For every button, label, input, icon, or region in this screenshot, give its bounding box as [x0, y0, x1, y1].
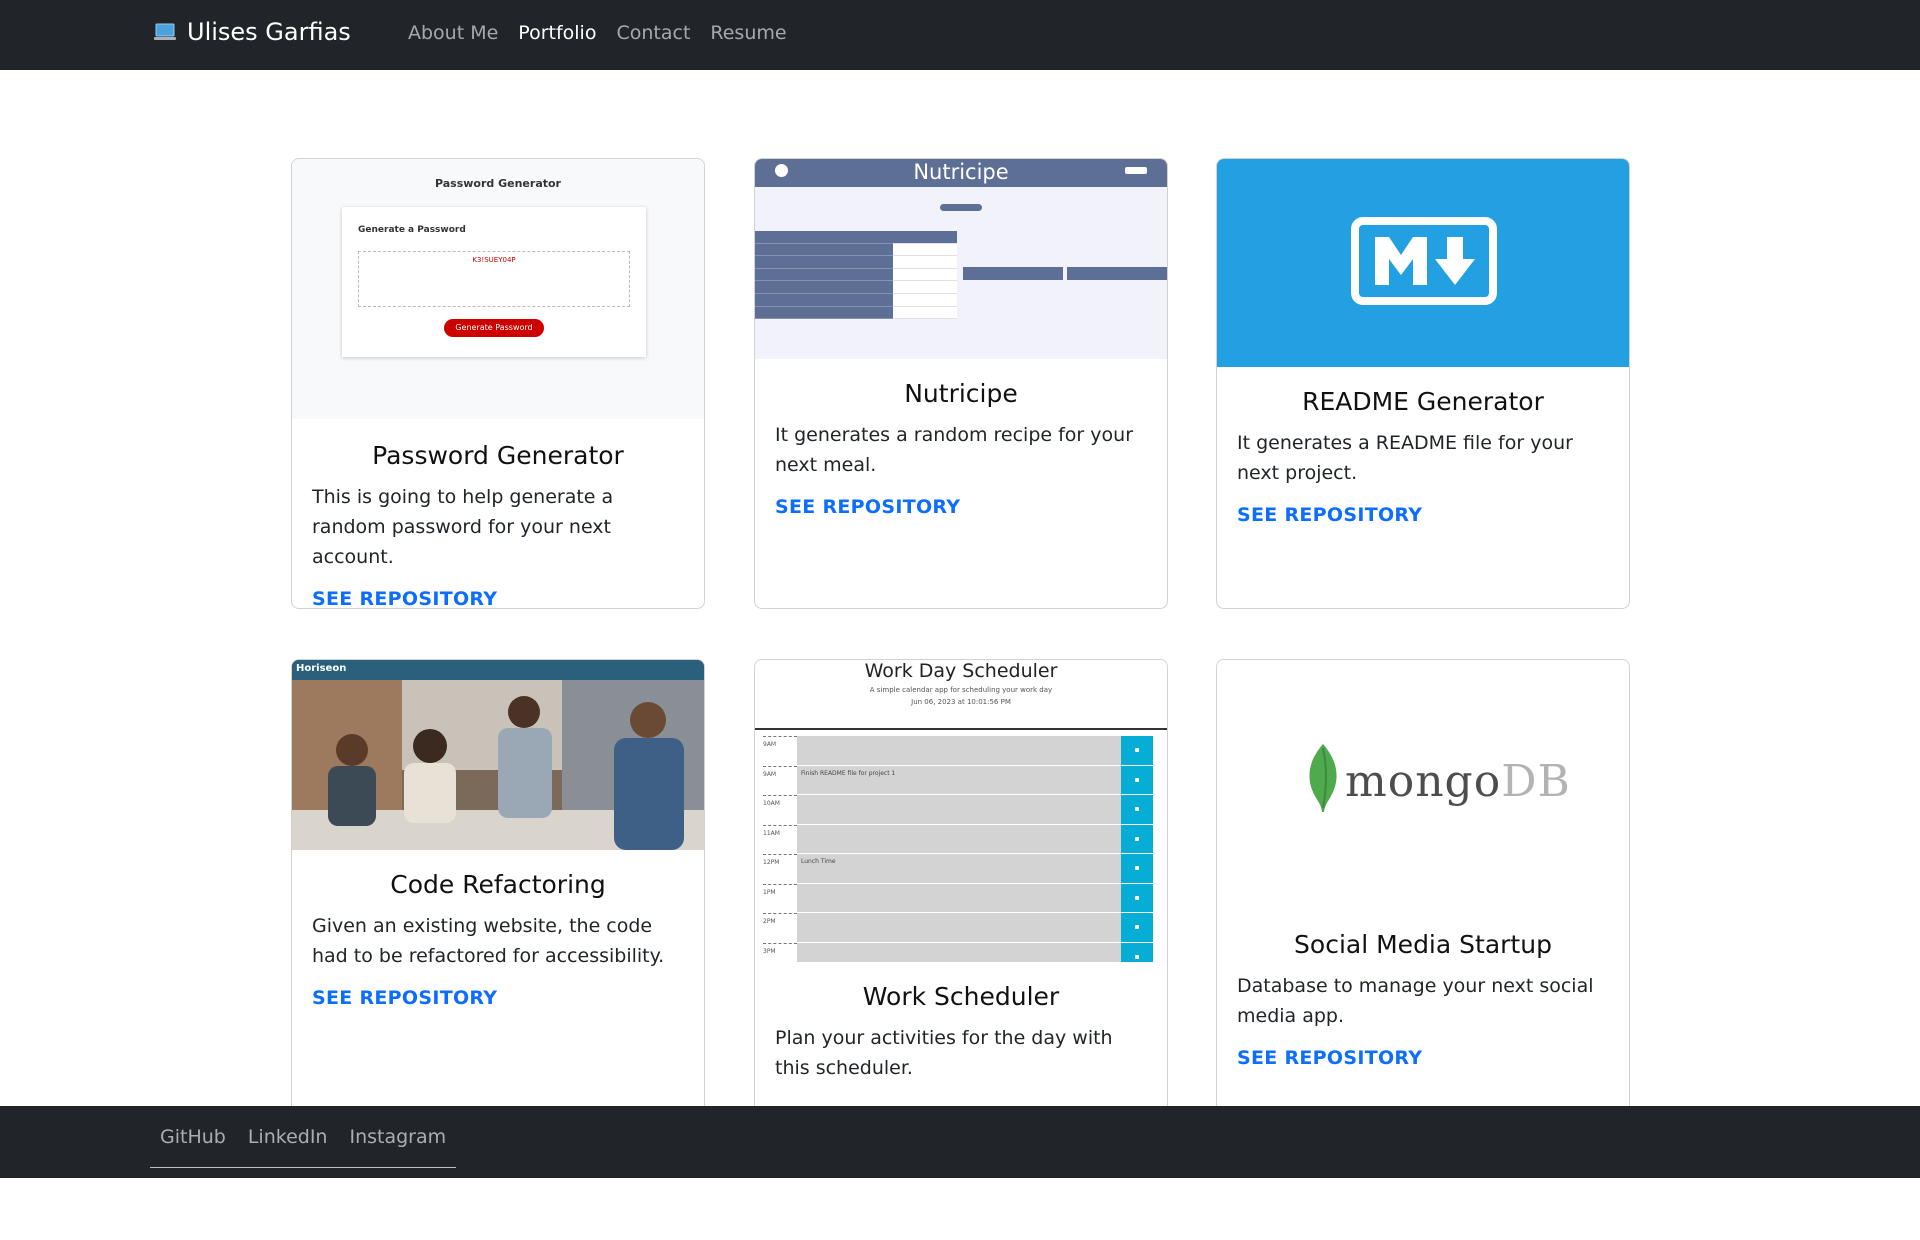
nav-resume[interactable]: Resume — [710, 22, 786, 44]
save-icon — [1121, 795, 1153, 825]
card-title: Nutricipe — [904, 379, 1018, 408]
footer-linkedin-link[interactable]: LinkedIn — [248, 1126, 328, 1148]
thumb-recipe-button — [940, 204, 982, 211]
card-body: Work Scheduler Plan your activities for … — [755, 982, 1167, 1083]
footer-instagram-link[interactable]: Instagram — [349, 1126, 446, 1148]
card-title: Social Media Startup — [1294, 930, 1552, 959]
card-title: README Generator — [1302, 387, 1544, 416]
project-card-password-generator: Password Generator Generate a Password K… — [291, 158, 705, 609]
brand-link[interactable]: Ulises Garfias — [153, 18, 351, 46]
see-repository-link[interactable]: SEE REPOSITORY — [1237, 1047, 1422, 1069]
password-generator-screenshot: Password Generator Generate a Password K… — [292, 159, 704, 419]
time-block: 11AM — [763, 824, 1153, 854]
card-body: Code Refactoring Given an existing websi… — [292, 870, 704, 1009]
thumb-ingredients-bar — [1067, 267, 1167, 280]
thumb-logo: Horiseon — [296, 663, 347, 674]
project-card-nutricipe: Nutricipe Nutricipe It generates a rando… — [754, 158, 1168, 609]
see-repository-link[interactable]: SEE REPOSITORY — [1237, 504, 1422, 526]
footer-github-link[interactable]: GitHub — [160, 1126, 226, 1148]
save-icon — [1121, 824, 1153, 854]
project-card-work-scheduler: Work Day Scheduler A simple calendar app… — [754, 659, 1168, 1119]
thumb-heading: Password Generator — [434, 177, 561, 190]
time-block: 12PM Lunch Time — [763, 854, 1153, 884]
nutricipe-screenshot: Nutricipe — [755, 159, 1167, 359]
footer: GitHub LinkedIn Instagram — [0, 1106, 1920, 1178]
card-description: Given an existing website, the code had … — [312, 915, 665, 967]
card-title: Code Refactoring — [390, 870, 606, 899]
card-description: Plan your activities for the day with th… — [775, 1027, 1113, 1079]
card-body: Nutricipe It generates a random recipe f… — [755, 379, 1167, 518]
thumb-instructions-bar — [963, 267, 1063, 280]
mongodb-logo-image: mongoDB — [1217, 660, 1629, 910]
thumb-box-label: Generate a Password — [358, 225, 466, 235]
thumb-header-button — [1125, 167, 1147, 174]
thumb-password-field: K3!SUEY04P — [358, 251, 630, 307]
thumb-generate-button: Generate Password — [444, 319, 544, 337]
time-block: 3PM — [763, 942, 1153, 962]
thumb-divider — [755, 728, 1167, 730]
project-card-social-media-startup: mongoDB Social Media Startup Database to… — [1216, 659, 1630, 1119]
mongodb-wordmark: mongoDB — [1345, 756, 1571, 807]
time-block: 9AM — [763, 736, 1153, 766]
see-repository-link[interactable]: SEE REPOSITORY — [775, 496, 960, 518]
card-body: README Generator It generates a README f… — [1217, 387, 1629, 526]
top-navbar: Ulises Garfias About Me Portfolio Contac… — [0, 0, 1920, 70]
save-icon — [1121, 942, 1153, 962]
brand-name: Ulises Garfias — [187, 18, 351, 46]
save-icon — [1121, 913, 1153, 943]
thumb-header: Horiseon — [292, 660, 704, 680]
thumb-heading: Nutricipe — [913, 160, 1009, 184]
thumb-nutrition-table — [755, 231, 957, 320]
thumb-date: Jun 06, 2023 at 10:01:56 PM — [911, 698, 1011, 706]
see-repository-link[interactable]: SEE REPOSITORY — [312, 987, 497, 1009]
thumb-time-blocks: 9AM 9AM Finish README file for project 1 … — [763, 736, 1153, 962]
team-meeting-photo — [292, 660, 704, 850]
card-description: It generates a random recipe for your ne… — [775, 424, 1134, 476]
card-body: Password Generator This is going to help… — [292, 441, 704, 608]
readme-generator-image — [1217, 159, 1629, 367]
save-icon — [1121, 883, 1153, 913]
time-block: 10AM — [763, 795, 1153, 825]
see-repository-link[interactable]: SEE REPOSITORY — [312, 588, 497, 608]
save-icon — [1121, 854, 1153, 884]
thumb-header: Nutricipe — [755, 159, 1167, 187]
laptop-icon — [154, 23, 176, 40]
card-description: It generates a README file for your next… — [1237, 432, 1573, 484]
footer-nav: GitHub LinkedIn Instagram — [150, 1106, 457, 1168]
horiseon-screenshot: Horiseon — [292, 660, 704, 850]
nav-links: About Me Portfolio Contact Resume — [408, 22, 787, 44]
time-block: 1PM — [763, 883, 1153, 913]
card-title: Work Scheduler — [862, 982, 1060, 1011]
project-card-readme-generator: README Generator It generates a README f… — [1216, 158, 1630, 609]
thumb-subheading: A simple calendar app for scheduling you… — [869, 686, 1053, 694]
card-description: Database to manage your next social medi… — [1237, 975, 1594, 1027]
save-icon — [1121, 765, 1153, 795]
mongodb-leaf-icon — [1309, 744, 1337, 812]
time-block: 2PM — [763, 913, 1153, 943]
card-title: Password Generator — [372, 441, 624, 470]
project-card-code-refactoring: Horiseon Code Refactoring Given an exist… — [291, 659, 705, 1119]
work-scheduler-screenshot: Work Day Scheduler A simple calendar app… — [755, 660, 1167, 962]
thumb-box: Generate a Password K3!SUEY04P Generate … — [342, 207, 646, 357]
card-description: This is going to help generate a random … — [312, 486, 614, 568]
markdown-icon — [1351, 217, 1497, 305]
card-body: Social Media Startup Database to manage … — [1217, 930, 1629, 1069]
save-icon — [1121, 736, 1153, 766]
thumb-heading: Work Day Scheduler — [864, 660, 1058, 682]
thumb-password-value: K3!SUEY04P — [472, 256, 516, 264]
time-block: 9AM Finish README file for project 1 — [763, 765, 1153, 795]
nav-contact[interactable]: Contact — [616, 22, 690, 44]
nav-portfolio[interactable]: Portfolio — [518, 22, 596, 44]
nav-about-me[interactable]: About Me — [408, 22, 498, 44]
